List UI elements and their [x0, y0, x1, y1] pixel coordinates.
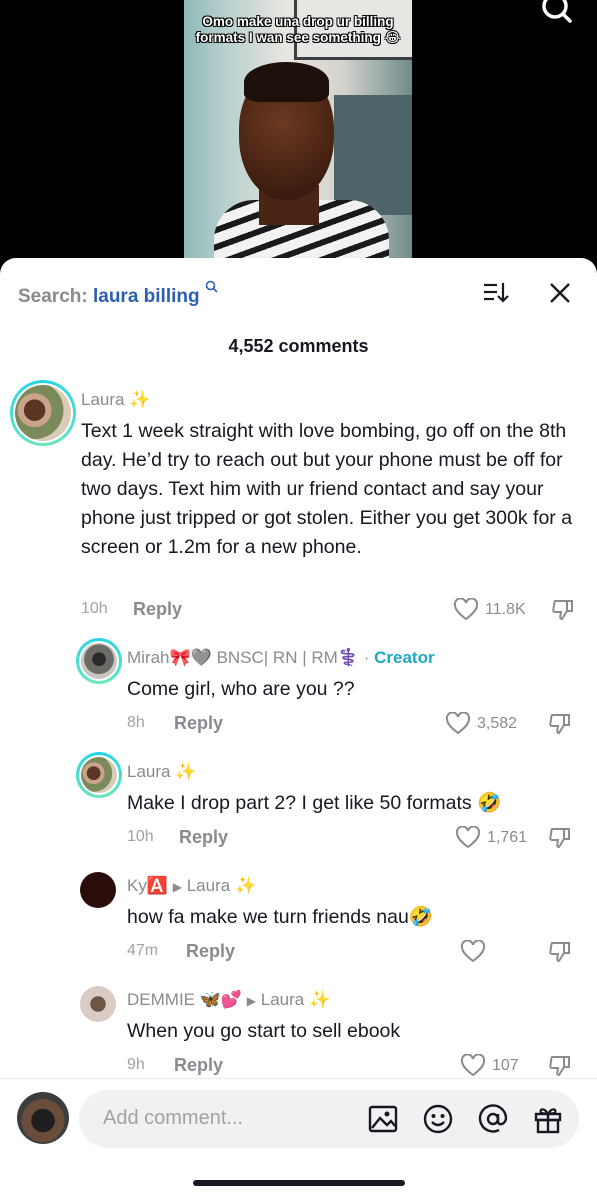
gift-icon[interactable] [532, 1103, 564, 1135]
heart-icon [453, 598, 479, 621]
comment-time: 8h [127, 714, 145, 731]
reply-arrow-icon: ▶ [172, 880, 182, 894]
reply-button[interactable]: Reply [179, 827, 228, 848]
like-count: 107 [492, 1057, 519, 1074]
reply-arrow-icon: ▶ [246, 994, 257, 1008]
username[interactable]: Laura [127, 762, 170, 781]
comment-text: how fa make we turn friends nau🤣 [127, 906, 434, 928]
reply-button[interactable]: Reply [186, 941, 235, 962]
comment-text: Make I drop part 2? I get like 50 format… [127, 792, 502, 814]
sparkle-emoji: ✨ [175, 762, 197, 781]
like-button[interactable] [460, 940, 492, 964]
search-label: Search: [18, 286, 88, 307]
like-button[interactable]: 1,761 [455, 826, 527, 850]
sparkle-emoji: ✨ [308, 990, 331, 1009]
name-separator: · [363, 648, 370, 667]
video-preview[interactable]: Omo make una drop ur billing formats I w… [184, 0, 412, 262]
username[interactable]: Ky🅰️ [127, 876, 168, 895]
reply-to-username[interactable]: Laura [187, 876, 230, 895]
mention-icon[interactable] [477, 1103, 509, 1135]
avatar[interactable] [76, 638, 122, 684]
heart-icon [460, 940, 486, 963]
like-button[interactable]: 3,582 [445, 712, 517, 736]
heart-icon [455, 826, 481, 849]
dislike-icon[interactable] [548, 712, 572, 736]
search-icon[interactable] [537, 0, 577, 28]
video-caption: Omo make una drop ur billing formats I w… [195, 14, 401, 45]
dislike-icon[interactable] [551, 598, 575, 622]
reply-button[interactable]: Reply [174, 1055, 223, 1076]
comment-text: When you go start to sell ebook [127, 1020, 401, 1042]
dislike-icon[interactable] [548, 1054, 572, 1078]
heart-icon [460, 1054, 486, 1077]
search-term[interactable]: laura billing [93, 286, 200, 307]
commenter-name[interactable]: Laura ✨ [127, 762, 196, 782]
comment-search[interactable]: Search: laura billing [18, 280, 219, 307]
username[interactable]: Laura [81, 390, 124, 409]
creator-badge: Creator [374, 648, 435, 667]
reply-button[interactable]: Reply [174, 713, 223, 734]
my-avatar[interactable] [17, 1092, 69, 1144]
avatar[interactable] [80, 986, 116, 1022]
username[interactable]: DEMMIE 🦋💕 [127, 990, 242, 1009]
video-person-hair [244, 62, 329, 102]
comment-time: 10h [127, 828, 154, 845]
sparkle-emoji: ✨ [234, 876, 257, 895]
avatar[interactable] [76, 752, 122, 798]
avatar[interactable] [80, 872, 116, 908]
comment-time: 47m [127, 942, 159, 959]
commenter-name[interactable]: Laura ✨ [81, 390, 150, 410]
like-button[interactable]: 11.8K [453, 598, 526, 622]
like-count: 3,582 [477, 715, 518, 732]
commenter-name[interactable]: DEMMIE 🦋💕 ▶ Laura ✨ [127, 990, 330, 1010]
video-window [334, 95, 412, 215]
avatar[interactable] [10, 380, 76, 446]
username[interactable]: Mirah🎀🩶 BNSC| RN | RM⚕️ [127, 648, 359, 667]
comment-input[interactable]: Add comment... [79, 1090, 579, 1148]
comment-time: 9h [127, 1056, 145, 1073]
close-icon[interactable] [547, 280, 573, 306]
sparkle-emoji: ✨ [129, 390, 151, 409]
dislike-icon[interactable] [548, 826, 572, 850]
heart-icon [445, 712, 471, 735]
composer-divider [0, 1078, 597, 1079]
search-small-icon [205, 280, 218, 293]
sort-icon[interactable] [482, 280, 510, 306]
commenter-name[interactable]: Ky🅰️ ▶ Laura ✨ [127, 876, 256, 896]
comment-text: Text 1 week straight with love bombing, … [81, 420, 573, 558]
reply-to-username[interactable]: Laura [261, 990, 304, 1009]
image-icon[interactable] [367, 1103, 399, 1135]
comment-text: Come girl, who are you ?? [127, 678, 355, 700]
comment-time: 10h [81, 600, 108, 617]
comment-placeholder: Add comment... [103, 1107, 244, 1129]
emoji-icon[interactable] [422, 1103, 454, 1135]
comments-sheet: Search: laura billing 4,552 comments Lau… [0, 258, 597, 1200]
home-indicator [193, 1180, 405, 1186]
reply-button[interactable]: Reply [133, 599, 182, 620]
like-count: 1,761 [487, 829, 528, 846]
like-count: 11.8K [485, 601, 526, 618]
comment-count: 4,552 comments [228, 336, 369, 356]
like-button[interactable]: 107 [460, 1054, 519, 1078]
tiktok-comments-screen: Omo make una drop ur billing formats I w… [0, 0, 597, 1200]
dislike-icon[interactable] [548, 940, 572, 964]
commenter-name[interactable]: Mirah🎀🩶 BNSC| RN | RM⚕️ · Creator [127, 648, 435, 668]
